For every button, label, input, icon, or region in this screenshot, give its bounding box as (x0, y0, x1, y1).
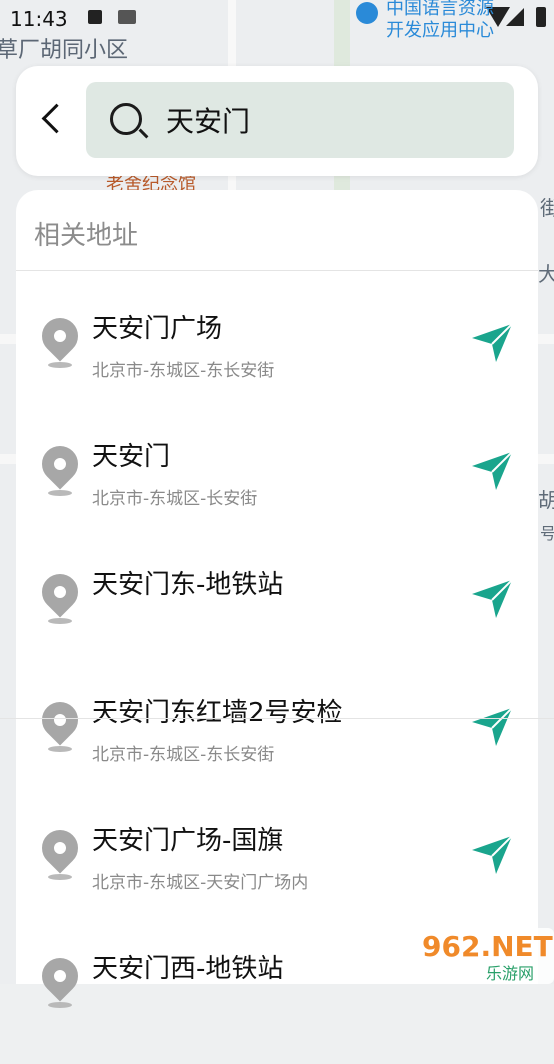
brand-overlay: 中国语言资源 开发应用中心 (354, 0, 554, 41)
map-label: 号 (540, 524, 554, 543)
place-name: 天安门广场 (92, 314, 223, 344)
navigate-button[interactable] (470, 704, 514, 748)
location-pin-icon (34, 438, 86, 496)
send-arrow-icon (472, 323, 513, 362)
back-button[interactable] (34, 100, 74, 140)
place-address: 北京市-东城区-东长安街 (92, 361, 275, 381)
navigate-button[interactable] (470, 576, 514, 620)
navigate-button[interactable] (470, 320, 514, 364)
chevron-left-icon (41, 103, 72, 134)
place-name: 天安门西-地铁站 (92, 954, 284, 984)
map-label: 胡 (538, 488, 554, 512)
watermark-logo: 962.NET 乐游网 (414, 928, 554, 984)
map-label: 大 (538, 262, 554, 286)
list-item[interactable]: 天安门 北京市-东城区-长安街 (16, 424, 538, 552)
results-header: 相关地址 (16, 190, 538, 271)
place-name: 天安门东-地铁站 (92, 570, 284, 600)
list-item[interactable]: 天安门东红墙2号安检 北京市-东城区-东长安街 (16, 680, 538, 808)
place-name: 天安门 (92, 442, 171, 472)
search-box[interactable] (86, 82, 514, 158)
send-arrow-icon (472, 451, 513, 490)
notification-icon (88, 10, 102, 24)
watermark-subtext: 乐游网 (486, 964, 535, 983)
place-name: 天安门东红墙2号安检 (92, 698, 343, 728)
divider (0, 718, 554, 719)
send-arrow-icon (472, 579, 513, 618)
location-pin-icon (34, 566, 86, 624)
search-input[interactable] (166, 100, 496, 140)
place-address: 北京市-东城区-天安门广场内 (92, 873, 309, 893)
results-panel: 相关地址 天安门广场 北京市-东城区-东长安街 天安门 北京市-东城区-长安街 … (16, 190, 538, 1008)
brand-logo-icon (356, 2, 378, 24)
send-arrow-icon (472, 835, 513, 874)
location-pin-icon (34, 694, 86, 752)
map-label: 街 (540, 196, 554, 220)
search-card (16, 66, 538, 176)
location-pin-icon (34, 822, 86, 880)
place-address: 北京市-东城区-长安街 (92, 489, 258, 509)
navigate-button[interactable] (470, 832, 514, 876)
place-name: 天安门广场-国旗 (92, 826, 284, 856)
list-item[interactable]: 天安门广场 北京市-东城区-东长安街 (16, 296, 538, 424)
search-icon (110, 103, 142, 135)
results-header-label: 相关地址 (34, 221, 139, 251)
location-pin-icon (34, 310, 86, 368)
status-time: 11:43 (10, 7, 68, 31)
list-item[interactable]: 天安门东-地铁站 (16, 552, 538, 680)
place-address: 北京市-东城区-东长安街 (92, 745, 275, 765)
location-pin-icon (34, 950, 86, 1008)
keyboard-icon (118, 10, 136, 24)
navigate-button[interactable] (470, 448, 514, 492)
brand-line-2: 开发应用中心 (386, 20, 494, 41)
watermark-text: 962.NET (422, 930, 553, 963)
list-item[interactable]: 天安门广场-国旗 北京市-东城区-天安门广场内 (16, 808, 538, 936)
send-arrow-icon (472, 707, 513, 746)
